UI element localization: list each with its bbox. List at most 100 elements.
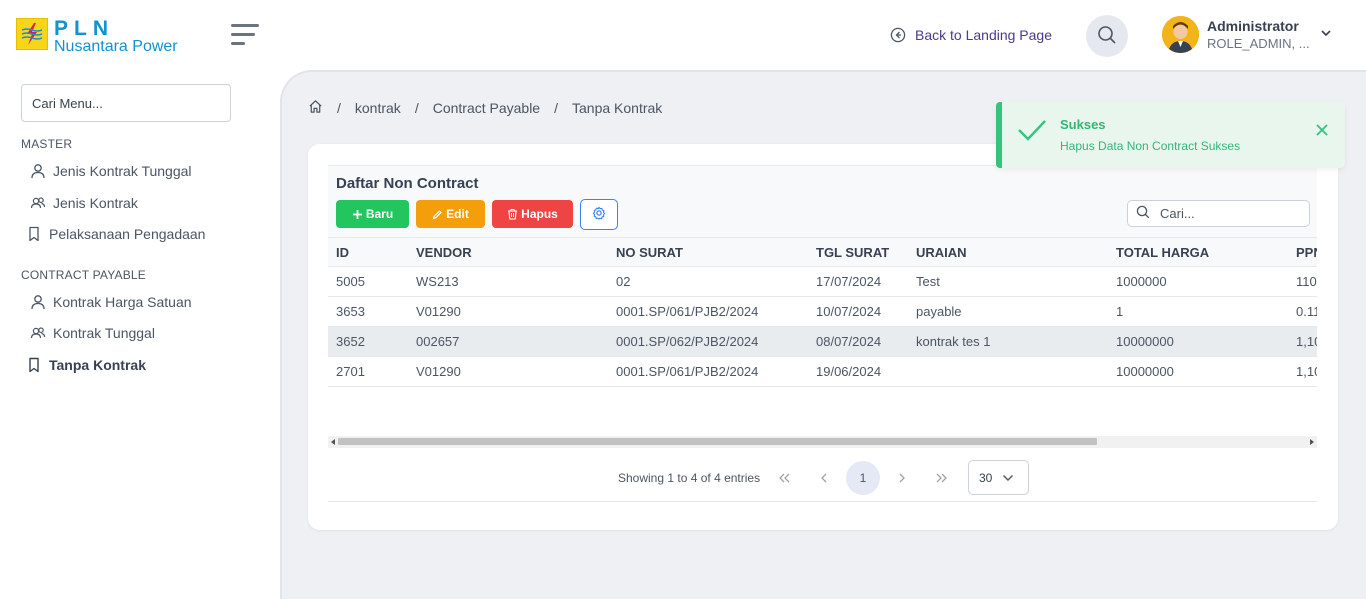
gear-icon (592, 206, 606, 223)
breadcrumb-contract-payable[interactable]: Contract Payable (433, 100, 540, 116)
brand-logo[interactable]: PLN Nusantara Power (16, 18, 178, 55)
entries-summary: Showing 1 to 4 of 4 entries (618, 471, 761, 485)
column-header-tgl-surat[interactable]: TGL SURAT (816, 238, 889, 267)
cell-tgl-surat: 10/07/2024 (816, 304, 882, 319)
chevron-down-icon (1002, 474, 1014, 482)
toast-message: Hapus Data Non Contract Sukses (1060, 139, 1241, 153)
table-row[interactable]: 3653 V01290 0001.SP/061/PJB2/2024 10/07/… (328, 297, 1317, 327)
first-page-icon[interactable] (768, 461, 802, 495)
column-header-uraian[interactable]: URAIAN (916, 238, 967, 267)
user-icon (29, 163, 47, 179)
sidebar-item-pelaksanaan-pengadaan[interactable]: Pelaksanaan Pengadaan (25, 226, 205, 242)
cell-id: 2701 (336, 364, 365, 379)
users-icon (29, 195, 47, 211)
breadcrumb-separator: / (414, 100, 419, 116)
cell-ppn: 1,10 (1296, 364, 1317, 379)
previous-page-icon[interactable] (807, 461, 841, 495)
user-name: Administrator (1207, 17, 1299, 34)
hamburger-menu-icon[interactable] (231, 24, 261, 46)
table-search-input[interactable] (1160, 206, 1300, 221)
user-role: ROLE_ADMIN, ... (1207, 35, 1310, 51)
sidebar-item-jenis-kontrak-tunggal[interactable]: Jenis Kontrak Tunggal (29, 163, 192, 179)
search-icon (1136, 205, 1150, 222)
table-row[interactable]: 2701 V01290 0001.SP/061/PJB2/2024 19/06/… (328, 357, 1317, 387)
cell-vendor: WS213 (416, 274, 459, 289)
sidebar-item-label: Pelaksanaan Pengadaan (49, 226, 206, 242)
delete-button[interactable]: Hapus (492, 200, 573, 228)
bookmark-icon (25, 357, 43, 373)
cell-tgl-surat: 19/06/2024 (816, 364, 882, 379)
table-header-row: ID VENDOR NO SURAT TGL SURAT URAIAN TOTA… (328, 237, 1317, 267)
edit-button-label: Edit (446, 207, 469, 221)
success-toast: Sukses Hapus Data Non Contract Sukses (996, 102, 1345, 168)
scroll-left-arrow-icon[interactable] (331, 439, 335, 445)
cell-total-harga: 1 (1116, 304, 1124, 319)
scrollbar-thumb[interactable] (338, 438, 1097, 445)
horizontal-scrollbar[interactable] (328, 436, 1317, 448)
avatar (1162, 16, 1199, 53)
brand-name: PLN (54, 17, 114, 40)
sidebar-item-jenis-kontrak[interactable]: Jenis Kontrak (29, 195, 138, 211)
breadcrumb-separator: / (554, 100, 558, 116)
cell-no-surat: 02 (616, 274, 631, 289)
column-header-ppn[interactable]: PPN (1296, 238, 1317, 267)
column-header-vendor[interactable]: VENDOR (416, 238, 472, 267)
sidebar-section-master: MASTER (21, 137, 73, 151)
cell-tgl-surat: 17/07/2024 (816, 274, 882, 289)
new-button[interactable]: Baru (336, 200, 409, 228)
cell-total-harga: 1000000 (1116, 274, 1167, 289)
non-contract-table: ID VENDOR NO SURAT TGL SURAT URAIAN TOTA… (328, 237, 1317, 387)
next-page-icon[interactable] (885, 461, 919, 495)
new-button-label: Baru (365, 207, 394, 221)
cell-vendor: 002657 (416, 334, 460, 349)
top-bar: PLN Nusantara Power Back to Landing Page (0, 0, 1366, 70)
table-toolbar: Daftar Non Contract Baru Edit Hapus (328, 165, 1317, 238)
rows-per-page-value: 30 (979, 470, 993, 485)
pln-logo-icon (16, 18, 48, 50)
page-button-current[interactable]: 1 (846, 461, 880, 495)
table-search-field[interactable] (1127, 200, 1310, 227)
cell-id: 3653 (336, 304, 365, 319)
cell-total-harga: 10000000 (1116, 364, 1174, 379)
edit-button[interactable]: Edit (416, 200, 485, 228)
table-row-selected[interactable]: 3652 002657 0001.SP/062/PJB2/2024 08/07/… (328, 327, 1317, 357)
table-row[interactable]: 5005 WS213 02 17/07/2024 Test 1000000 11… (328, 267, 1317, 297)
toast-title: Sukses (1060, 117, 1106, 132)
cell-no-surat: 0001.SP/061/PJB2/2024 (616, 364, 759, 379)
brand-subtitle: Nusantara Power (54, 38, 178, 55)
sidebar: MASTER Jenis Kontrak Tunggal Jenis Kontr… (0, 70, 280, 599)
sidebar-item-label: Kontrak Tunggal (53, 325, 155, 341)
last-page-icon[interactable] (924, 461, 958, 495)
global-search-button[interactable] (1086, 15, 1128, 57)
back-to-landing-link[interactable]: Back to Landing Page (890, 27, 1052, 43)
home-icon[interactable] (308, 99, 323, 117)
check-icon (1016, 117, 1048, 146)
users-icon (29, 325, 47, 341)
table-title: Daftar Non Contract (336, 175, 479, 192)
column-header-id[interactable]: ID (336, 238, 349, 267)
rows-per-page-select[interactable]: 30 (968, 460, 1029, 495)
cell-id: 5005 (336, 274, 365, 289)
cell-vendor: V01290 (416, 304, 461, 319)
settings-button[interactable] (580, 199, 618, 230)
menu-search-input[interactable] (21, 84, 231, 122)
chevron-down-icon[interactable] (1320, 26, 1332, 42)
sidebar-item-tanpa-kontrak[interactable]: Tanpa Kontrak (25, 357, 146, 373)
cell-uraian: kontrak tes 1 (916, 334, 991, 349)
sidebar-item-label: Jenis Kontrak Tunggal (53, 163, 192, 179)
back-to-landing-label: Back to Landing Page (915, 27, 1052, 43)
cell-id: 3652 (336, 334, 365, 349)
breadcrumb-kontrak[interactable]: kontrak (355, 100, 401, 116)
breadcrumb: / kontrak / Contract Payable / Tanpa Kon… (308, 99, 662, 117)
cell-no-surat: 0001.SP/062/PJB2/2024 (616, 334, 759, 349)
cell-total-harga: 10000000 (1116, 334, 1174, 349)
cell-vendor: V01290 (416, 364, 461, 379)
sidebar-item-kontrak-harga-satuan[interactable]: Kontrak Harga Satuan (29, 294, 192, 310)
non-contract-card: Daftar Non Contract Baru Edit Hapus Cari… (308, 144, 1338, 530)
close-icon[interactable] (1315, 123, 1329, 140)
column-header-no-surat[interactable]: NO SURAT (616, 238, 683, 267)
sidebar-item-kontrak-tunggal[interactable]: Kontrak Tunggal (29, 325, 155, 341)
user-menu[interactable]: Administrator ROLE_ADMIN, ... (1162, 16, 1332, 53)
scroll-right-arrow-icon[interactable] (1310, 439, 1314, 445)
column-header-total-harga[interactable]: TOTAL HARGA (1116, 238, 1209, 267)
